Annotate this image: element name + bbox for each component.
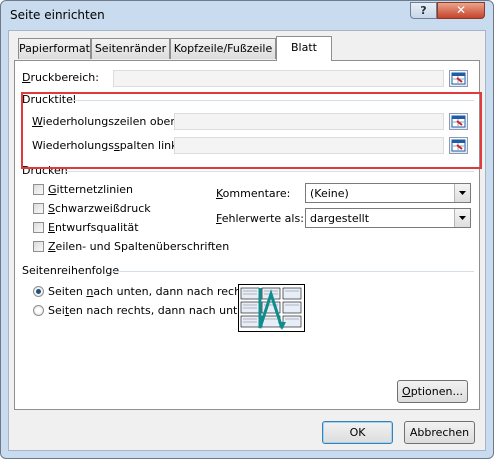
over-then-down-label: Seiten nach rechts, dann nach unten <box>48 304 252 317</box>
options-button[interactable]: Optionen... <box>397 380 468 403</box>
tab-kopfzeile-fusszeile[interactable]: Kopfzeile/Fußzeile <box>170 38 276 59</box>
page-order-group-label: Seitenreihenfolge <box>22 264 120 277</box>
errors-select-value: dargestellt <box>310 212 370 225</box>
print-area-label: Druckbereich: <box>22 71 99 84</box>
over-then-down-radio[interactable] <box>33 305 44 316</box>
cancel-button[interactable]: Abbrechen <box>404 421 475 444</box>
comments-select-value: (Keine) <box>310 187 349 200</box>
tab-papierformat[interactable]: Papierformat <box>18 38 91 59</box>
page-order-preview-icon <box>238 284 305 332</box>
errors-label: Fehlerwerte als: <box>216 212 304 225</box>
chevron-down-icon[interactable] <box>454 209 470 227</box>
gridlines-label: Gitternetzlinien <box>48 183 134 196</box>
help-button[interactable]: ? <box>410 2 437 19</box>
print-area-input[interactable] <box>113 70 444 87</box>
close-button[interactable]: ✕ <box>437 2 485 19</box>
page-order-divider <box>112 271 474 272</box>
gridlines-checkbox[interactable] <box>33 184 44 195</box>
tab-blatt[interactable]: Blatt <box>276 36 332 61</box>
tab-seitenraender[interactable]: Seitenränder <box>91 38 170 59</box>
print-divider <box>66 171 474 172</box>
comments-label: Kommentare: <box>216 187 291 200</box>
collapse-dialog-icon <box>451 72 466 85</box>
ok-button[interactable]: OK <box>322 421 393 444</box>
black-white-label: Schwarzweißdruck <box>48 202 151 215</box>
row-col-headings-checkbox[interactable] <box>33 241 44 252</box>
print-area-collapse-button[interactable] <box>449 70 468 87</box>
down-then-over-label: Seiten nach unten, dann nach rechts <box>48 285 252 298</box>
draft-quality-label: Entwurfsqualität <box>48 221 139 234</box>
row-col-headings-label: Zeilen- und Spaltenüberschriften <box>48 240 230 253</box>
draft-quality-checkbox[interactable] <box>33 222 44 233</box>
print-titles-highlight-box <box>21 92 482 169</box>
chevron-down-icon[interactable] <box>454 184 470 202</box>
errors-select[interactable]: dargestellt <box>305 208 471 228</box>
title-bar[interactable]: Seite einrichten ? ✕ <box>1 1 494 31</box>
window-title: Seite einrichten <box>10 8 105 22</box>
black-white-checkbox[interactable] <box>33 203 44 214</box>
comments-select[interactable]: (Keine) <box>305 183 471 203</box>
down-then-over-radio[interactable] <box>33 286 44 297</box>
